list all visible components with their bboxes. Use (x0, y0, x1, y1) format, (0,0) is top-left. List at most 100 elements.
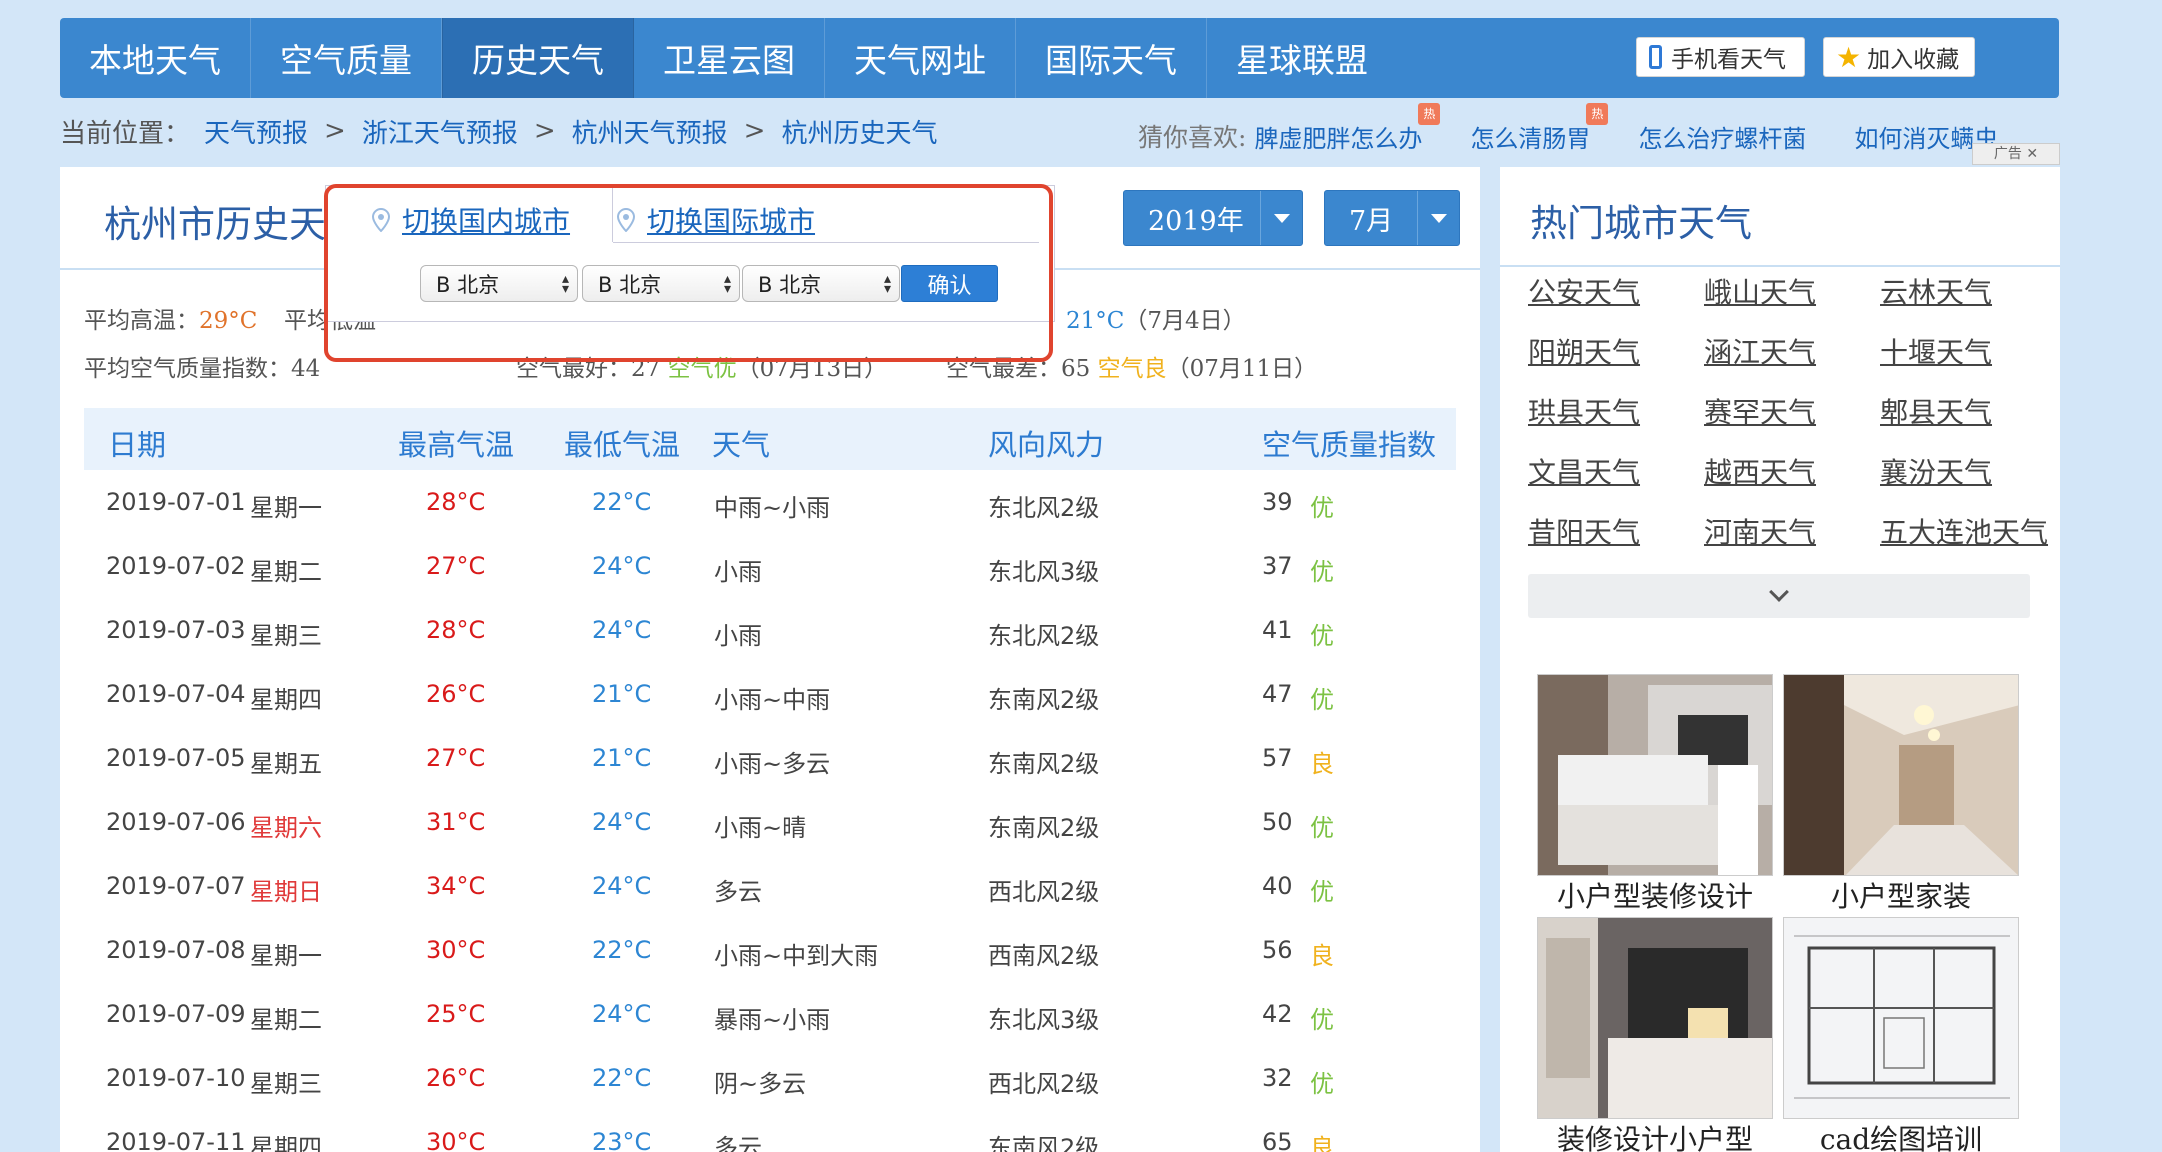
nav-item-planet-alliance[interactable]: 星球联盟 (1207, 18, 1397, 98)
hot-cities-divider (1500, 265, 2060, 267)
mobile-weather-label: 手机看天气 (1671, 47, 1786, 73)
ad-image-hallway[interactable] (1783, 674, 2019, 876)
cell-low-temp: 24°C (592, 552, 652, 580)
cell-low-temp: 21°C (592, 744, 652, 772)
stat-worst-air: 空气最差：65 空气良（07月11日） (946, 349, 1317, 383)
mobile-weather-button[interactable]: 手机看天气 (1636, 37, 1805, 77)
cell-high-temp: 31°C (426, 808, 486, 836)
ad-caption[interactable]: 小户型装修设计 (1537, 875, 1773, 915)
cell-high-temp: 28°C (426, 488, 486, 516)
cell-weather: 小雨~晴 (714, 814, 807, 842)
select-arrows-icon: ▴ ▾ (883, 270, 891, 297)
hot-city-link[interactable]: 公安天气 (1528, 271, 1640, 311)
cell-aqi-level: 优 (1310, 622, 1334, 650)
ad-image-bunk-bed[interactable] (1537, 674, 1773, 876)
cell-high-temp: 28°C (426, 616, 486, 644)
hot-city-link[interactable]: 五大连池天气 (1880, 511, 2048, 551)
breadcrumb-link-hangzhou-history[interactable]: 杭州历史天气 (781, 113, 937, 150)
cell-weekday: 星期四 (250, 1134, 322, 1152)
stat-level: 空气良 (1097, 356, 1167, 382)
stat-label: 平均高温： (84, 308, 199, 334)
tab-international-city[interactable]: 切换国际城市 (617, 195, 815, 245)
guess-link[interactable]: 脾虚肥胖怎么办热 (1254, 102, 1441, 154)
hot-city-link[interactable]: 珙县天气 (1528, 391, 1640, 431)
hot-city-link[interactable]: 郫县天气 (1880, 391, 1992, 431)
cell-aqi-level: 优 (1310, 1006, 1334, 1034)
cell-weekday: 星期三 (250, 622, 322, 650)
year-select[interactable]: 2019年 (1123, 190, 1303, 246)
cell-low-temp: 22°C (592, 936, 652, 964)
cell-date: 2019-07-09 (106, 1000, 246, 1028)
stat-label: 空气最好： (516, 356, 631, 382)
cell-weather: 多云 (714, 1134, 762, 1152)
district-select[interactable]: B 北京 ▴ ▾ (742, 265, 900, 302)
ad-image-cad-drawing[interactable] (1783, 917, 2019, 1119)
hot-city-link[interactable]: 云林天气 (1880, 271, 1992, 311)
province-select[interactable]: B 北京 ▴ ▾ (420, 265, 578, 302)
tab-domestic-city[interactable]: 切换国内城市 (372, 195, 571, 245)
guess-link[interactable]: 怎么清肠胃热 (1470, 102, 1609, 154)
cell-weather: 小雨~中到大雨 (714, 942, 879, 970)
cell-weekday: 星期四 (250, 686, 322, 714)
hot-city-link[interactable]: 越西天气 (1704, 451, 1816, 491)
nav-item-air-quality[interactable]: 空气质量 (251, 18, 442, 98)
table-row: 2019-07-03 星期三 28°C 24°C 小雨 东北风2级 41 优 (84, 598, 1456, 662)
cell-weekday: 星期六 (250, 814, 322, 842)
hot-city-link[interactable]: 十堰天气 (1880, 331, 1992, 371)
hot-city-link[interactable]: 襄汾天气 (1880, 451, 1992, 491)
ad-image-kitchen[interactable] (1537, 917, 1773, 1119)
ad-tag[interactable]: 广告 ✕ (1972, 143, 2060, 165)
nav-item-international[interactable]: 国际天气 (1016, 18, 1207, 98)
hot-city-link[interactable]: 河南天气 (1704, 511, 1816, 551)
hot-city-link[interactable]: 昔阳天气 (1528, 511, 1640, 551)
nav-item-local-weather[interactable]: 本地天气 (60, 18, 251, 98)
cell-weather: 小雨 (714, 622, 762, 650)
ad-caption[interactable]: 装修设计小户型 (1537, 1118, 1773, 1152)
breadcrumb-link-forecast[interactable]: 天气预报 (204, 113, 308, 150)
cell-wind: 东北风2级 (988, 622, 1100, 650)
confirm-button[interactable]: 确认 (901, 265, 998, 302)
nav-item-satellite[interactable]: 卫星云图 (634, 18, 825, 98)
hot-city-link[interactable]: 文昌天气 (1528, 451, 1640, 491)
cell-wind: 西北风2级 (988, 878, 1100, 906)
nav-item-history-weather[interactable]: 历史天气 (442, 18, 634, 98)
cell-aqi: 37 (1262, 552, 1293, 580)
cell-date: 2019-07-01 (106, 488, 246, 516)
cell-aqi: 50 (1262, 808, 1293, 836)
select-arrows-icon: ▴ ▾ (723, 270, 731, 297)
hot-city-link[interactable]: 涵江天气 (1704, 331, 1816, 371)
hot-city-link[interactable]: 峨山天气 (1704, 271, 1816, 311)
cell-high-temp: 26°C (426, 680, 486, 708)
expand-cities-button[interactable] (1528, 574, 2030, 618)
breadcrumb-link-hangzhou[interactable]: 杭州天气预报 (572, 113, 728, 150)
city-select[interactable]: B 北京 ▴ ▾ (582, 265, 740, 302)
breadcrumb-separator: > (324, 116, 346, 146)
cell-date: 2019-07-02 (106, 552, 246, 580)
table-row: 2019-07-06 星期六 31°C 24°C 小雨~晴 东南风2级 50 优 (84, 790, 1456, 854)
breadcrumb: 当前位置： 天气预报 > 浙江天气预报 > 杭州天气预报 > 杭州历史天气 (60, 113, 937, 150)
guess-label: 猜你喜欢: (1138, 123, 1247, 152)
cell-wind: 西北风2级 (988, 1070, 1100, 1098)
ad-caption[interactable]: cad绘图培训 (1783, 1118, 2019, 1152)
table-row: 2019-07-11 星期四 30°C 23°C 多云 东南风2级 65 良 (84, 1110, 1456, 1152)
cell-date: 2019-07-07 (106, 872, 246, 900)
hot-city-link[interactable]: 赛罕天气 (1704, 391, 1816, 431)
cell-aqi: 47 (1262, 680, 1293, 708)
column-header-date: 日期 (108, 428, 167, 462)
add-favorite-button[interactable]: ★ 加入收藏 (1823, 37, 1975, 77)
cell-date: 2019-07-06 (106, 808, 246, 836)
cell-high-temp: 26°C (426, 1064, 486, 1092)
month-select[interactable]: 7月 (1324, 190, 1460, 246)
stat-value: 27 (631, 356, 661, 382)
guess-link[interactable]: 怎么治疗螺杆菌 (1638, 119, 1806, 154)
cell-wind: 西南风2级 (988, 942, 1100, 970)
cell-date: 2019-07-08 (106, 936, 246, 964)
table-row: 2019-07-10 星期三 26°C 22°C 阴~多云 西北风2级 32 优 (84, 1046, 1456, 1110)
nav-item-weather-sites[interactable]: 天气网址 (825, 18, 1016, 98)
breadcrumb-label: 当前位置： (60, 118, 191, 149)
ad-caption[interactable]: 小户型家装 (1783, 875, 2019, 915)
cell-weekday: 星期一 (250, 942, 322, 970)
breadcrumb-link-zhejiang[interactable]: 浙江天气预报 (362, 113, 518, 150)
hot-city-link[interactable]: 阳朔天气 (1528, 331, 1640, 371)
cell-aqi-level: 优 (1310, 878, 1334, 906)
